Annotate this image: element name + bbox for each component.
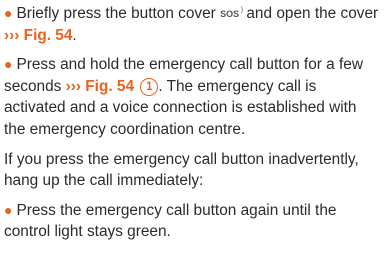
note-paragraph: If you press the emergency call button i… [4, 150, 359, 190]
step1-text-b: and open the cover [242, 5, 379, 22]
step-press-button-cover: ● Briefly press the button cover SOS) and… [4, 3, 382, 46]
bullet-icon: ● [4, 201, 13, 218]
step-press-and-hold: ● Press and hold the emergency call butto… [4, 54, 382, 140]
figure-reference-link[interactable]: Fig. 54 [24, 27, 73, 44]
step1-end: . [72, 26, 77, 44]
step1-text-a: Briefly press the button cover [16, 5, 221, 22]
crossref-chevrons-icon: ››› [65, 77, 81, 95]
crossref-chevrons-icon: ››› [4, 26, 20, 44]
sos-wave-icon: ) [240, 7, 244, 14]
sos-label: SOS [220, 9, 240, 19]
bullet-icon: ● [4, 56, 13, 73]
figure-reference-link[interactable]: Fig. 54 [85, 78, 134, 95]
sos-button-icon: SOS) [220, 7, 244, 19]
step3-text: Press the emergency call button again un… [4, 201, 337, 241]
bullet-icon: ● [4, 5, 13, 21]
step-press-again: ● Press the emergency call button again u… [4, 200, 382, 243]
manual-page: ● Briefly press the button cover SOS) and… [0, 0, 386, 277]
callout-number-badge: 1 [140, 77, 159, 96]
